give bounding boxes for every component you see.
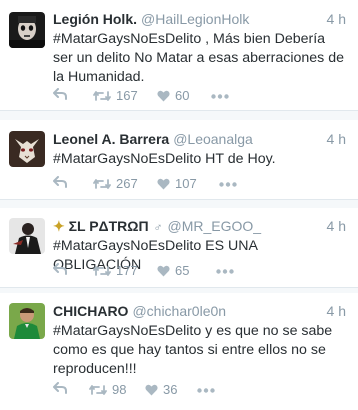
- retweet-icon: [89, 384, 107, 395]
- author-name[interactable]: Legión Holk.: [53, 11, 137, 27]
- more-icon: [211, 94, 229, 99]
- author-name-text: ΣL PΔTRΩΠ: [68, 218, 149, 234]
- tweet-text: #MatarGaysNoEsDelito , Más bien Debería …: [53, 31, 345, 85]
- tweet-text: #MatarGaysNoEsDelito y es que no se sabe…: [53, 323, 333, 377]
- like-count: 36: [163, 382, 178, 397]
- retweet-icon: [93, 178, 111, 189]
- reply-button[interactable]: [53, 382, 67, 394]
- more-button[interactable]: [211, 94, 229, 99]
- reply-icon: [53, 263, 67, 275]
- reply-icon: [53, 88, 67, 100]
- timestamp[interactable]: 4 h: [327, 218, 346, 234]
- more-button[interactable]: [197, 388, 215, 393]
- author-handle[interactable]: @MR_EGOO_: [168, 218, 262, 234]
- like-button[interactable]: 65: [157, 263, 189, 278]
- retweet-count: 267: [116, 176, 138, 191]
- like-count: 107: [175, 176, 197, 191]
- soccer-player-avatar-icon[interactable]: [9, 303, 45, 339]
- timestamp[interactable]: 4 h: [327, 303, 346, 319]
- retweet-count: 98: [112, 382, 127, 397]
- author-name[interactable]: CHICHARO: [53, 303, 128, 319]
- star-icon: ✦: [53, 218, 65, 234]
- tweet-feed: Legión Holk. @HailLegionHolk 4 h #MatarGa…: [0, 0, 358, 410]
- tweet-header: ✦ ΣL PΔTRΩΠ ♂ @MR_EGOO_ 4 h: [53, 218, 346, 235]
- more-icon: [216, 269, 234, 274]
- tweet[interactable]: Legión Holk. @HailLegionHolk 4 h #MatarGa…: [0, 0, 358, 111]
- dark-face-avatar-icon[interactable]: [9, 12, 45, 48]
- retweet-icon: [93, 265, 111, 276]
- reply-icon: [53, 382, 67, 394]
- retweet-button[interactable]: 167: [93, 88, 138, 103]
- male-sign-icon: ♂: [153, 220, 163, 234]
- author-handle[interactable]: @chichar0le0n: [132, 303, 226, 319]
- retweet-button[interactable]: 267: [93, 176, 138, 191]
- reply-button[interactable]: [53, 263, 67, 275]
- tweet-actions: 177 65: [53, 263, 358, 283]
- retweet-button[interactable]: 98: [89, 382, 126, 397]
- author-name[interactable]: Leonel A. Barrera: [53, 131, 169, 147]
- masked-figure-avatar-icon[interactable]: [9, 131, 45, 167]
- tweet[interactable]: CHICHARO @chichar0le0n 4 h #MatarGaysNoEs…: [0, 293, 358, 410]
- timestamp[interactable]: 4 h: [327, 11, 346, 27]
- reply-button[interactable]: [53, 176, 67, 188]
- author-name[interactable]: ✦ ΣL PΔTRΩΠ ♂: [53, 218, 164, 234]
- retweet-count: 177: [116, 263, 138, 278]
- retweet-count: 167: [116, 88, 138, 103]
- tweet-actions: 98 36: [53, 382, 358, 402]
- heart-icon: [157, 265, 170, 276]
- timestamp[interactable]: 4 h: [327, 131, 346, 147]
- heart-icon: [157, 178, 170, 189]
- like-count: 65: [175, 263, 190, 278]
- tweet-header: CHICHARO @chichar0le0n 4 h: [53, 303, 346, 319]
- more-button[interactable]: [219, 182, 237, 187]
- heart-icon: [157, 90, 170, 101]
- more-icon: [197, 388, 215, 393]
- more-icon: [219, 182, 237, 187]
- tweet-header: Legión Holk. @HailLegionHolk 4 h: [53, 11, 346, 27]
- tweet-text: #MatarGaysNoEsDelito HT de Hoy.: [53, 151, 276, 167]
- reply-icon: [53, 176, 67, 188]
- suit-figure-avatar-icon[interactable]: [9, 218, 45, 254]
- more-button[interactable]: [216, 269, 234, 274]
- tweet-actions: 267 107: [53, 176, 358, 196]
- like-count: 60: [175, 88, 190, 103]
- retweet-icon: [93, 90, 111, 101]
- tweet[interactable]: Leonel A. Barrera @Leoanalga 4 h #MatarGa…: [0, 120, 358, 200]
- heart-icon: [145, 384, 158, 395]
- like-button[interactable]: 36: [145, 382, 177, 397]
- tweet-header: Leonel A. Barrera @Leoanalga 4 h: [53, 131, 346, 147]
- tweet[interactable]: ✦ ΣL PΔTRΩΠ ♂ @MR_EGOO_ 4 h #MatarGaysNoE…: [0, 208, 358, 288]
- tweet-actions: 167 60: [53, 88, 358, 108]
- author-handle[interactable]: @Leoanalga: [173, 131, 253, 147]
- author-handle[interactable]: @HailLegionHolk: [141, 11, 249, 27]
- like-button[interactable]: 60: [157, 88, 189, 103]
- retweet-button[interactable]: 177: [93, 263, 138, 278]
- like-button[interactable]: 107: [157, 176, 197, 191]
- reply-button[interactable]: [53, 88, 67, 100]
